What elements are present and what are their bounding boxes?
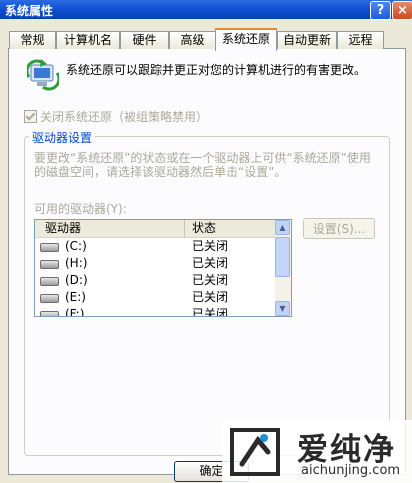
hard-drive-icon <box>40 243 59 252</box>
drive-row[interactable]: (C:) 已关闭 <box>35 238 275 255</box>
tab-advanced[interactable]: 高级 <box>169 31 216 49</box>
restore-description: 系统还原可以跟踪并更正对您的计算机进行的有害更改。 <box>66 63 367 77</box>
drive-name: (C:) <box>65 239 87 253</box>
drive-row[interactable]: (H:) 已关闭 <box>35 255 275 272</box>
drive-name: (F:) <box>65 307 85 317</box>
hard-drive-icon <box>40 260 59 269</box>
drive-row[interactable]: (F:) 已关闭 <box>35 306 275 317</box>
tab-hardware[interactable]: 硬件 <box>120 31 169 49</box>
drive-name: (H:) <box>65 256 88 270</box>
drive-status: 已关闭 <box>192 256 229 270</box>
title-bar[interactable]: 系统属性 ? × <box>0 0 412 20</box>
tab-general[interactable]: 常规 <box>9 31 56 49</box>
watermark-logo-icon <box>230 428 280 476</box>
drive-row[interactable]: (D:) 已关闭 <box>35 272 275 289</box>
drives-list[interactable]: 驱动器 状态 (C:) 已关闭 (H:) 已关闭 (D:) 已关闭 (E:) 已… <box>34 219 292 317</box>
tab-system-restore[interactable]: 系统还原 <box>215 28 277 51</box>
hard-drive-icon <box>40 294 59 303</box>
watermark-url: aichunjing.com <box>301 463 401 478</box>
tab-computer-name[interactable]: 计算机名 <box>56 31 120 49</box>
column-status[interactable]: 状态 <box>186 220 275 237</box>
scroll-down-icon[interactable]: ▼ <box>275 301 290 316</box>
drive-status: 已关闭 <box>192 239 229 253</box>
close-button[interactable]: × <box>392 1 412 20</box>
drive-settings-text: 要更改“系统还原”的状态或在一个驱动器上可供“系统还原”使用的磁盘空间，请选择该… <box>34 151 371 179</box>
drive-status: 已关闭 <box>192 307 229 317</box>
available-drives-label: 可用的驱动器(Y): <box>34 202 127 216</box>
drive-row[interactable]: (E:) 已关闭 <box>35 289 275 306</box>
column-drive[interactable]: 驱动器 <box>35 220 185 237</box>
disable-restore-label: 关闭系统还原（被组策略禁用） <box>40 110 209 124</box>
disable-restore-checkbox-row: 关闭系统还原（被组策略禁用） <box>24 108 208 125</box>
disable-restore-checkbox <box>24 110 37 123</box>
drive-status: 已关闭 <box>192 290 229 304</box>
vertical-scrollbar[interactable]: ▲ ▼ <box>275 220 291 316</box>
help-button[interactable]: ? <box>370 1 391 20</box>
drive-settings-title: 驱动器设置 <box>29 129 96 146</box>
system-restore-icon <box>27 59 59 91</box>
hard-drive-icon <box>40 311 59 316</box>
tab-remote[interactable]: 远程 <box>337 31 384 49</box>
system-properties-window: 系统属性 ? × 常规 计算机名 硬件 高级 系统还原 自动更新 远程 系统还原… <box>0 0 412 483</box>
scroll-thumb[interactable] <box>275 237 290 277</box>
tab-automatic-updates[interactable]: 自动更新 <box>277 31 337 49</box>
list-header: 驱动器 状态 <box>35 220 275 238</box>
drive-status: 已关闭 <box>192 273 229 287</box>
hard-drive-icon <box>40 277 59 286</box>
watermark: 爱纯净 aichunjing.com <box>222 420 412 483</box>
drive-name: (D:) <box>65 273 88 287</box>
window-title: 系统属性 <box>5 4 54 18</box>
scroll-up-icon[interactable]: ▲ <box>275 220 290 235</box>
settings-button[interactable]: 设置(S)... <box>303 218 375 239</box>
drive-name: (E:) <box>65 290 86 304</box>
